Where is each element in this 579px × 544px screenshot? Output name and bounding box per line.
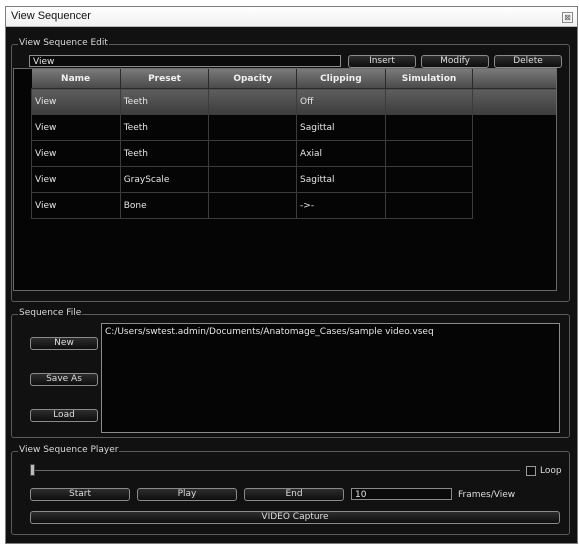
cell-clipping: Off xyxy=(296,88,386,115)
column-header-simulation[interactable]: Simulation xyxy=(385,69,474,89)
save-as-button[interactable]: Save As xyxy=(30,373,98,386)
cell-name: View xyxy=(31,114,121,141)
modify-button[interactable]: Modify xyxy=(421,55,489,68)
cell-preset: Teeth xyxy=(119,140,210,167)
row-filler xyxy=(473,141,556,167)
table-header-row: Name Preset Opacity Clipping Simulation xyxy=(31,69,556,89)
sequence-slider-track[interactable] xyxy=(32,470,520,471)
cell-clipping: Axial xyxy=(296,140,386,167)
sequence-table: Name Preset Opacity Clipping Simulation … xyxy=(31,69,557,219)
end-button[interactable]: End xyxy=(244,488,344,501)
cell-preset: GrayScale xyxy=(119,166,210,193)
cell-name: View xyxy=(31,88,121,115)
cell-preset: Teeth xyxy=(119,114,210,141)
delete-button[interactable]: Delete xyxy=(494,55,562,68)
sequence-file-path[interactable]: C:/Users/swtest.admin/Documents/Anatomag… xyxy=(101,323,560,433)
view-sequence-edit-label: View Sequence Edit xyxy=(18,38,109,48)
load-button[interactable]: Load xyxy=(30,409,98,422)
frames-per-view-input[interactable]: 10 xyxy=(351,488,452,500)
column-header-name[interactable]: Name xyxy=(31,69,121,89)
start-button[interactable]: Start xyxy=(30,488,130,501)
row-filler xyxy=(472,88,556,115)
title-bar: View Sequencer ⊠ xyxy=(6,7,577,27)
view-name-input[interactable]: View xyxy=(29,55,341,67)
table-row[interactable]: View Teeth Off xyxy=(31,88,556,115)
loop-label: Loop xyxy=(540,466,562,476)
cell-simulation xyxy=(384,114,474,141)
play-button[interactable]: Play xyxy=(137,488,237,501)
cell-name: View xyxy=(31,192,121,219)
table-row[interactable]: View Teeth Sagittal xyxy=(31,114,557,141)
insert-button[interactable]: Insert xyxy=(348,55,416,68)
cell-opacity xyxy=(208,88,298,115)
column-header-filler xyxy=(472,69,556,89)
sequence-file-label: Sequence File xyxy=(18,308,83,318)
frames-per-view-label: Frames/View xyxy=(458,490,516,500)
close-icon[interactable]: ⊠ xyxy=(562,12,573,23)
cell-simulation xyxy=(384,88,474,115)
column-header-clipping[interactable]: Clipping xyxy=(296,69,386,89)
column-header-preset[interactable]: Preset xyxy=(120,69,210,89)
table-row[interactable]: View Bone ->- xyxy=(31,192,557,219)
sequence-slider-thumb[interactable] xyxy=(30,464,35,476)
cell-preset: Teeth xyxy=(119,88,210,115)
column-header-opacity[interactable]: Opacity xyxy=(208,69,298,89)
cell-opacity xyxy=(208,192,298,219)
cell-clipping: ->- xyxy=(296,192,386,219)
row-filler xyxy=(473,193,556,219)
cell-name: View xyxy=(31,140,121,167)
view-sequence-table: Name Preset Opacity Clipping Simulation … xyxy=(13,68,557,291)
row-filler xyxy=(473,115,556,141)
cell-simulation xyxy=(384,192,474,219)
cell-simulation xyxy=(384,140,474,167)
new-button[interactable]: New xyxy=(30,337,98,350)
cell-clipping: Sagittal xyxy=(296,166,386,193)
video-capture-button[interactable]: VIDEO Capture xyxy=(30,511,560,524)
cell-simulation xyxy=(384,166,474,193)
table-row[interactable]: View GrayScale Sagittal xyxy=(31,166,557,193)
cell-opacity xyxy=(208,140,298,167)
cell-clipping: Sagittal xyxy=(296,114,386,141)
row-filler xyxy=(473,167,556,193)
table-row[interactable]: View Teeth Axial xyxy=(31,140,557,167)
cell-preset: Bone xyxy=(119,192,210,219)
loop-checkbox[interactable] xyxy=(526,466,536,476)
view-sequence-player-label: View Sequence Player xyxy=(18,445,120,455)
cell-opacity xyxy=(208,166,298,193)
window-title: View Sequencer xyxy=(11,10,91,22)
cell-name: View xyxy=(31,166,121,193)
cell-opacity xyxy=(208,114,298,141)
